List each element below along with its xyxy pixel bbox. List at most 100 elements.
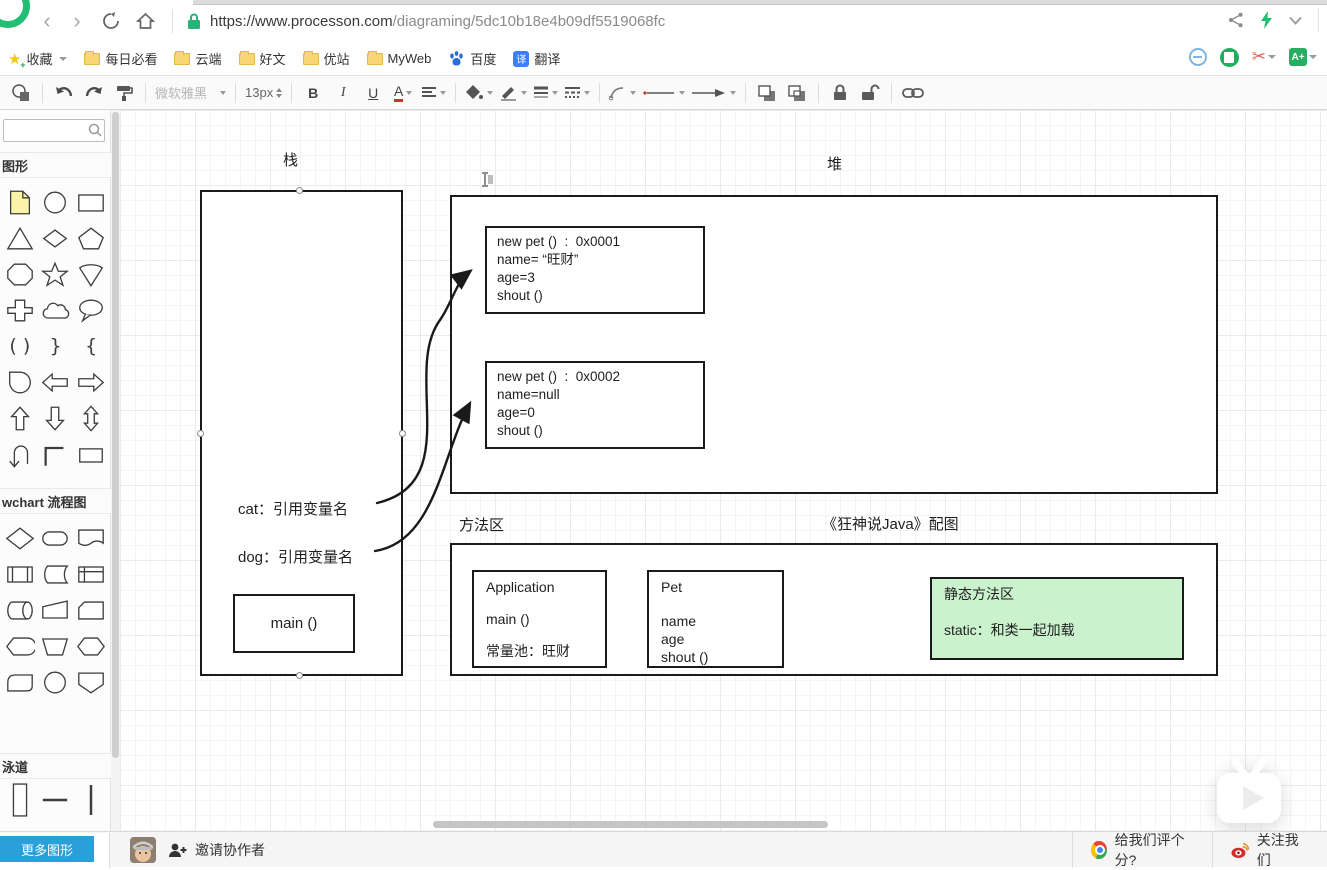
more-shapes-button[interactable]: 更多图形 <box>0 836 94 862</box>
connection-handle[interactable] <box>296 187 303 194</box>
shape-triangle[interactable] <box>3 220 37 256</box>
link-icon[interactable] <box>901 80 925 106</box>
line-color-button[interactable] <box>499 80 528 106</box>
shape-trapezoid[interactable] <box>38 628 72 664</box>
shape-document[interactable] <box>74 520 108 556</box>
reader-icon[interactable] <box>1219 47 1239 67</box>
rate-us[interactable]: 给我们评个分? <box>1072 832 1212 868</box>
avatar[interactable] <box>130 837 156 863</box>
bookmark-translate[interactable]: 译 翻译 <box>513 49 560 68</box>
lock-icon[interactable] <box>828 80 852 106</box>
shape-arrow-right[interactable] <box>74 364 108 400</box>
shape-corner[interactable] <box>38 436 72 472</box>
refresh-icon[interactable] <box>98 8 124 34</box>
stack-box[interactable]: cat：引用变量名 dog：引用变量名 main () <box>200 190 403 676</box>
shape-star[interactable] <box>38 256 72 292</box>
shape-internal-storage[interactable] <box>74 556 108 592</box>
application-class-box[interactable]: Application main () 常量池：旺财 <box>472 570 607 668</box>
shape-diamond[interactable] <box>38 220 72 256</box>
shape-arrow-up[interactable] <box>3 400 37 436</box>
bookmarks-root[interactable]: ★ 收藏 <box>8 49 68 70</box>
send-backward-icon[interactable] <box>785 80 809 106</box>
italic-button[interactable]: I <box>331 80 355 106</box>
bookmark-folder[interactable]: 云端 <box>174 49 222 68</box>
shape-cloud[interactable] <box>38 292 72 328</box>
shape-arrow-down[interactable] <box>38 400 72 436</box>
heap-object-2[interactable]: new pet () : 0x0002 name=null age=0 shou… <box>485 361 705 449</box>
address-bar[interactable]: https://www.processon.com/diagraming/5dc… <box>186 6 665 36</box>
shape-display[interactable] <box>3 628 37 664</box>
shape-parentheses[interactable]: ( ) <box>3 328 37 364</box>
bookmark-folder[interactable]: 每日必看 <box>84 49 157 68</box>
back-icon[interactable]: ‹ <box>34 8 60 34</box>
line-width-button[interactable] <box>533 80 559 106</box>
line-start-button[interactable] <box>642 80 686 106</box>
shape-right-brace[interactable]: } <box>38 328 72 364</box>
shape-alternate-process[interactable] <box>3 664 37 700</box>
connection-handle[interactable] <box>399 430 406 437</box>
font-size-stepper[interactable] <box>276 87 283 98</box>
method-area-box[interactable]: Application main () 常量池：旺财 Pet name age … <box>450 543 1218 676</box>
font-family-select[interactable]: 微软雅黑 <box>155 80 226 106</box>
shape-pentagon[interactable] <box>74 220 108 256</box>
shape-arrow-left[interactable] <box>38 364 72 400</box>
connection-handle[interactable] <box>197 430 204 437</box>
clip-extension[interactable]: ✂ <box>1252 47 1276 67</box>
shape-divider-horizontal[interactable] <box>38 782 72 818</box>
shape-card[interactable] <box>74 592 108 628</box>
fill-color-button[interactable] <box>465 80 494 106</box>
bookmark-baidu[interactable]: 百度 <box>448 49 496 68</box>
undo-icon[interactable] <box>52 80 76 106</box>
shape-off-page-connector[interactable] <box>74 664 108 700</box>
shape-rectangle[interactable] <box>74 184 108 220</box>
font-size-select[interactable]: 13px <box>245 80 283 106</box>
insert-shape-icon[interactable] <box>9 80 33 106</box>
shape-circle[interactable] <box>38 184 72 220</box>
dog-reference[interactable]: dog：引用变量名 <box>238 546 353 567</box>
bookmark-folder[interactable]: MyWeb <box>366 50 431 66</box>
font-color-button[interactable]: A <box>391 80 415 106</box>
text-align-button[interactable] <box>421 80 447 106</box>
connection-handle[interactable] <box>296 672 303 679</box>
pet-class-box[interactable]: Pet name age shout () <box>647 570 784 668</box>
underline-button[interactable]: U <box>361 80 385 106</box>
shape-direct-data[interactable] <box>3 592 37 628</box>
shape-note[interactable] <box>3 184 37 220</box>
unlock-icon[interactable] <box>858 80 882 106</box>
shape-preparation[interactable] <box>74 628 108 664</box>
shape-u-turn-arrow[interactable] <box>3 436 37 472</box>
shape-stored-data[interactable] <box>38 556 72 592</box>
bookmark-folder[interactable]: 好文 <box>238 49 286 68</box>
shape-arrow-up-down[interactable] <box>74 400 108 436</box>
adblock-icon[interactable] <box>1188 48 1207 66</box>
shape-cross[interactable] <box>3 292 37 328</box>
heap-object-1[interactable]: new pet () : 0x0001 name= “旺财” age=3 sho… <box>485 226 705 314</box>
shape-rectangle-small[interactable] <box>74 436 108 472</box>
shape-terminator[interactable] <box>38 520 72 556</box>
arrow-end-button[interactable] <box>691 80 737 106</box>
home-icon[interactable] <box>132 8 158 34</box>
sidebar-scrollbar[interactable] <box>111 110 120 831</box>
shape-decision[interactable] <box>3 520 37 556</box>
redo-icon[interactable] <box>82 80 106 106</box>
shape-pool-vertical[interactable] <box>3 782 37 818</box>
share-icon[interactable] <box>1228 12 1244 28</box>
shape-teardrop[interactable] <box>3 364 37 400</box>
shape-manual-operation[interactable] <box>38 592 72 628</box>
lightning-icon[interactable] <box>1260 11 1273 29</box>
shape-cone[interactable] <box>74 256 108 292</box>
horizontal-scrollbar[interactable] <box>433 821 828 828</box>
format-painter-icon[interactable] <box>112 80 136 106</box>
bookmark-folder[interactable]: 优站 <box>302 49 350 68</box>
video-play-button[interactable] <box>1208 755 1290 830</box>
diagram-canvas[interactable]: 栈 堆 cat：引用变量名 dog：引用变量名 main () new pet … <box>120 110 1327 831</box>
shape-predefined-process[interactable] <box>3 556 37 592</box>
translate-extension[interactable]: A+ <box>1289 48 1317 66</box>
cat-reference[interactable]: cat：引用变量名 <box>238 498 348 519</box>
shape-octagon[interactable] <box>3 256 37 292</box>
invite-collaborators[interactable]: 邀请协作者 <box>168 832 265 868</box>
heap-box[interactable]: new pet () : 0x0001 name= “旺财” age=3 sho… <box>450 195 1218 494</box>
static-method-area-box[interactable]: 静态方法区 static：和类一起加载 <box>930 577 1184 660</box>
follow-us[interactable]: 关注我们 <box>1212 832 1327 868</box>
connector-type-button[interactable] <box>609 80 637 106</box>
